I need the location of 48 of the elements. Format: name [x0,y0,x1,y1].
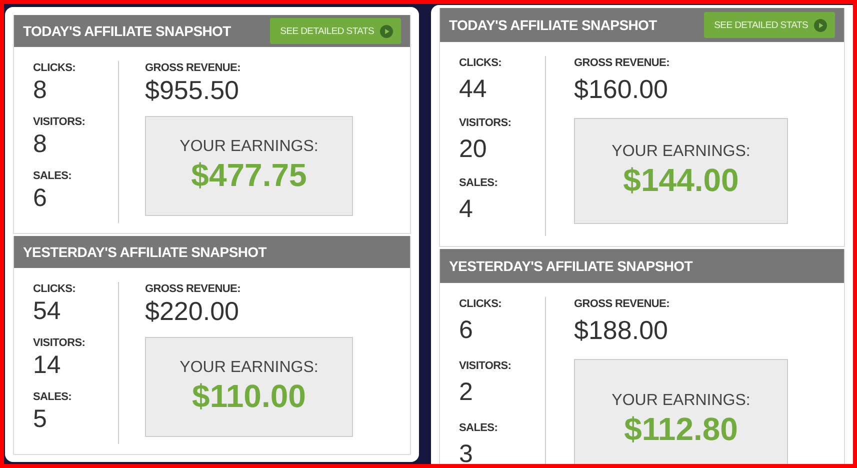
stat-label: VISITORS: [33,336,86,350]
stat-value: 44 [459,74,488,104]
stat-label: SALES: [33,390,73,404]
stat-label: CLICKS: [33,61,77,75]
section-title: TODAY'S AFFILIATE SNAPSHOT [449,17,657,33]
earnings-label: YOUR EARNINGS: [612,143,750,161]
stat-value: 2 [459,377,474,407]
section-title: YESTERDAY'S AFFILIATE SNAPSHOT [23,244,267,260]
revenue-value: $955.50 [145,75,240,105]
revenue-value: $160.00 [574,74,669,104]
earnings-value: $112.80 [624,410,738,448]
stat-label: SALES: [459,421,499,435]
see-detailed-stats-button[interactable]: SEE DETAILED STATS [704,12,835,38]
revenue-label: GROSS REVENUE: [145,61,242,75]
earnings-label: YOUR EARNINGS: [180,138,318,156]
stat-value: 14 [33,350,62,380]
revenue-value: $188.00 [574,315,669,345]
stat-value: 3 [459,439,474,464]
earnings-value: $110.00 [192,377,306,415]
stat-label: VISITORS: [459,116,512,130]
stat-label: CLICKS: [459,56,503,70]
revenue-label: GROSS REVENUE: [145,282,242,296]
stat-value: 6 [459,315,474,345]
play-icon [814,18,827,32]
earnings-value: $477.75 [191,156,307,194]
play-icon [380,24,394,38]
revenue-value: $220.00 [145,296,240,326]
earnings-label: YOUR EARNINGS: [180,359,318,377]
section-title: YESTERDAY'S AFFILIATE SNAPSHOT [449,258,693,274]
stat-value: 20 [459,134,488,164]
stat-value: 8 [33,129,48,159]
stat-value: 6 [33,183,48,213]
earnings-value: $144.00 [623,161,739,199]
stat-label: CLICKS: [33,282,77,296]
stat-value: 54 [33,296,62,326]
stat-label: CLICKS: [459,297,503,311]
stat-label: SALES: [33,169,73,183]
earnings-label: YOUR EARNINGS: [612,392,750,410]
stat-value: 8 [33,75,48,105]
stat-value: 4 [459,194,474,224]
section-title: TODAY'S AFFILIATE SNAPSHOT [23,23,231,39]
revenue-label: GROSS REVENUE: [574,56,670,70]
see-detailed-stats-button[interactable]: SEE DETAILED STATS [270,18,402,44]
revenue-label: GROSS REVENUE: [574,297,670,311]
stat-label: VISITORS: [33,115,86,129]
stat-value: 5 [33,404,48,434]
stat-label: SALES: [459,176,499,190]
stat-label: VISITORS: [459,359,512,373]
